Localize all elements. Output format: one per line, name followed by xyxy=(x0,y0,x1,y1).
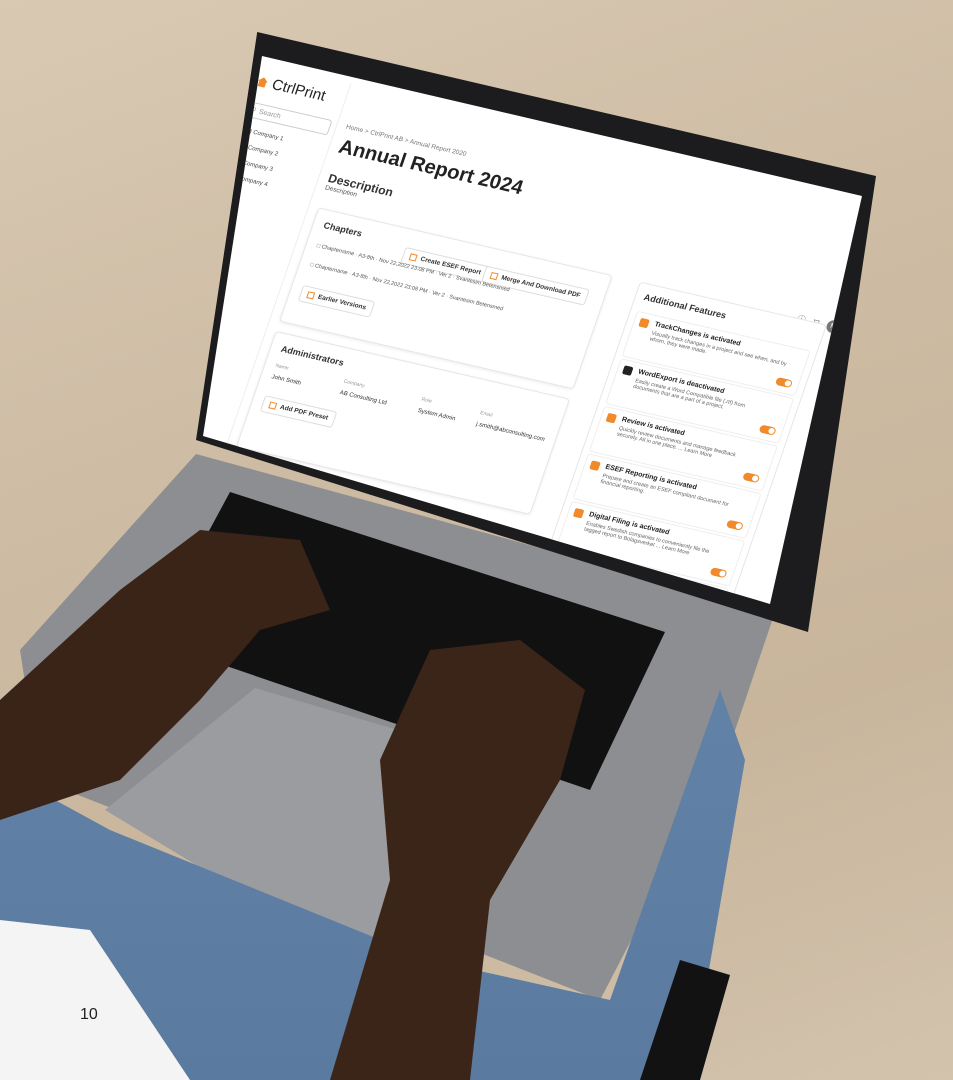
tree-item[interactable]: > ▦ Company 3 xyxy=(229,157,273,172)
track-changes-icon xyxy=(638,317,650,329)
feature-toggle[interactable] xyxy=(725,519,744,531)
logo[interactable]: CtrlPrint xyxy=(255,73,328,105)
versions-icon xyxy=(306,291,316,300)
admin-company: AB Consulting Ltd xyxy=(338,390,388,407)
admin-name: John Smith xyxy=(270,374,302,387)
main-content: Home > CtrlPrint AB > Annual Report 2020… xyxy=(235,124,854,604)
breadcrumb[interactable]: Home > CtrlPrint AB > Annual Report 2020 xyxy=(345,124,854,248)
add-pdf-preset-button[interactable]: Add PDF Preset xyxy=(259,395,338,429)
photo-scene: CtrlPrint ⚲ Search > ▦ Company 1 > ▦ Com… xyxy=(0,0,953,1080)
name-label: Name xyxy=(274,362,290,372)
feature-toggle[interactable] xyxy=(709,567,728,579)
review-icon xyxy=(605,412,618,424)
search-placeholder: Search xyxy=(257,108,282,120)
digital-filing-icon xyxy=(572,507,585,519)
role-label: Role xyxy=(420,396,433,405)
earlier-versions-button[interactable]: Earlier Versions xyxy=(297,284,376,318)
merge-label: Merge And Download PDF xyxy=(500,274,582,300)
logo-text: CtrlPrint xyxy=(269,76,328,105)
earlier-versions-label: Earlier Versions xyxy=(316,293,368,312)
tree-item[interactable]: > ▦ Company 4 xyxy=(224,172,268,188)
chapters-heading: Chapters xyxy=(322,220,364,239)
company-label: Company xyxy=(342,378,366,390)
feature-toggle[interactable] xyxy=(774,376,794,389)
admin-email: j.smith@abconsulting.com xyxy=(475,421,546,443)
esef-icon xyxy=(589,460,601,471)
pdf-icon xyxy=(489,271,499,281)
administrators-heading: Administrators xyxy=(279,343,346,368)
add-pdf-label: Add PDF Preset xyxy=(278,403,330,422)
esef-icon xyxy=(408,253,418,262)
feature-toggle[interactable] xyxy=(758,424,777,436)
email-label: Email xyxy=(479,410,494,419)
word-icon xyxy=(621,365,634,376)
admin-role: System Admin xyxy=(416,408,457,423)
feature-toggle[interactable] xyxy=(742,472,761,484)
page-number: 10 xyxy=(80,1006,98,1023)
add-icon xyxy=(268,401,278,410)
company-tree: > ▦ Company 1 > ▦ Company 2 > ▦ Company … xyxy=(221,126,284,197)
